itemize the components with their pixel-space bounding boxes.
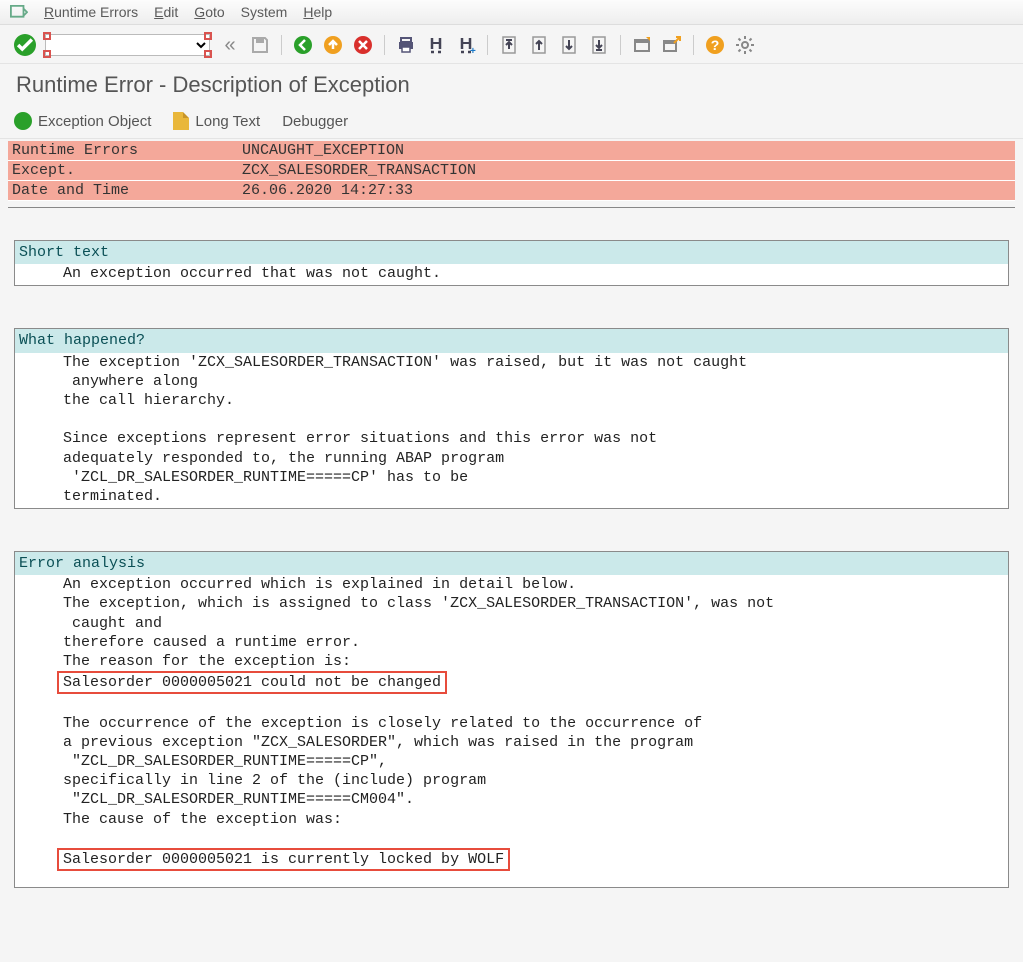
section-body: An exception occurred which is explained…	[15, 575, 1008, 887]
meta-row-date-time: Date and Time 26.06.2020 14:27:33	[8, 181, 1015, 201]
green-dot-icon	[14, 112, 32, 130]
command-field-wrap	[44, 33, 211, 57]
meta-label: Date and Time	[8, 181, 238, 200]
app-menu-icon[interactable]	[10, 5, 28, 19]
cancel-icon[interactable]	[352, 34, 374, 56]
debugger-label: Debugger	[282, 113, 348, 130]
save-icon[interactable]	[249, 34, 271, 56]
exception-object-label: Exception Object	[38, 113, 151, 130]
find-icon[interactable]	[425, 34, 447, 56]
help-icon[interactable]: ?	[704, 34, 726, 56]
meta-label: Except.	[8, 161, 238, 180]
svg-text:?: ?	[711, 37, 720, 53]
section-what-happened: What happened? The exception 'ZCX_SALESO…	[14, 328, 1009, 509]
long-text-button[interactable]: Long Text	[173, 112, 260, 130]
long-text-label: Long Text	[195, 113, 260, 130]
next-page-icon[interactable]	[558, 34, 580, 56]
section-body: An exception occurred that was not caugh…	[15, 264, 1008, 285]
section-title: What happened?	[15, 329, 1008, 352]
menu-runtime-errors[interactable]: Runtime Errors	[44, 4, 138, 20]
section-title: Short text	[15, 241, 1008, 264]
meta-value: ZCX_SALESORDER_TRANSACTION	[238, 161, 1015, 180]
section-error-analysis: Error analysis An exception occurred whi…	[14, 551, 1009, 888]
ok-icon[interactable]	[14, 34, 36, 56]
menu-system[interactable]: System	[241, 4, 288, 20]
highlight-reason: Salesorder 0000005021 could not be chang…	[57, 671, 447, 694]
section-short-text: Short text An exception occurred that wa…	[14, 240, 1009, 286]
new-session-icon[interactable]	[631, 34, 653, 56]
shortcut-icon[interactable]	[661, 34, 683, 56]
meta-value: UNCAUGHT_EXCEPTION	[238, 141, 1015, 160]
section-body: The exception 'ZCX_SALESORDER_TRANSACTIO…	[15, 353, 1008, 509]
menu-edit[interactable]: Edit	[154, 4, 178, 20]
settings-icon[interactable]	[734, 34, 756, 56]
error-analysis-mid: The occurrence of the exception is close…	[63, 715, 702, 828]
command-field[interactable]	[45, 34, 210, 56]
meta-row-runtime-errors: Runtime Errors UNCAUGHT_EXCEPTION	[8, 141, 1015, 161]
divider	[8, 207, 1015, 208]
error-meta-table: Runtime Errors UNCAUGHT_EXCEPTION Except…	[8, 141, 1015, 201]
highlight-cause: Salesorder 0000005021 is currently locke…	[57, 848, 510, 871]
debugger-button[interactable]: Debugger	[282, 113, 348, 130]
toolbar: « + ?	[0, 25, 1023, 64]
find-next-icon[interactable]: +	[455, 34, 477, 56]
menu-help[interactable]: Help	[303, 4, 332, 20]
sub-toolbar: Exception Object Long Text Debugger	[0, 108, 1023, 139]
meta-label: Runtime Errors	[8, 141, 238, 160]
menubar: Runtime Errors Edit Goto System Help	[0, 0, 1023, 25]
document-icon	[173, 112, 189, 130]
meta-row-except: Except. ZCX_SALESORDER_TRANSACTION	[8, 161, 1015, 181]
error-analysis-pre: An exception occurred which is explained…	[63, 576, 774, 670]
prev-page-icon[interactable]	[528, 34, 550, 56]
menu-goto[interactable]: Goto	[194, 4, 224, 20]
last-page-icon[interactable]	[588, 34, 610, 56]
page-title: Runtime Error - Description of Exception	[0, 64, 1023, 108]
section-title: Error analysis	[15, 552, 1008, 575]
first-page-icon[interactable]	[498, 34, 520, 56]
print-icon[interactable]	[395, 34, 417, 56]
back-history-icon[interactable]: «	[219, 34, 241, 56]
back-icon[interactable]	[292, 34, 314, 56]
exception-object-button[interactable]: Exception Object	[14, 112, 151, 130]
svg-text:+: +	[470, 46, 476, 55]
exit-icon[interactable]	[322, 34, 344, 56]
meta-value: 26.06.2020 14:27:33	[238, 181, 1015, 200]
